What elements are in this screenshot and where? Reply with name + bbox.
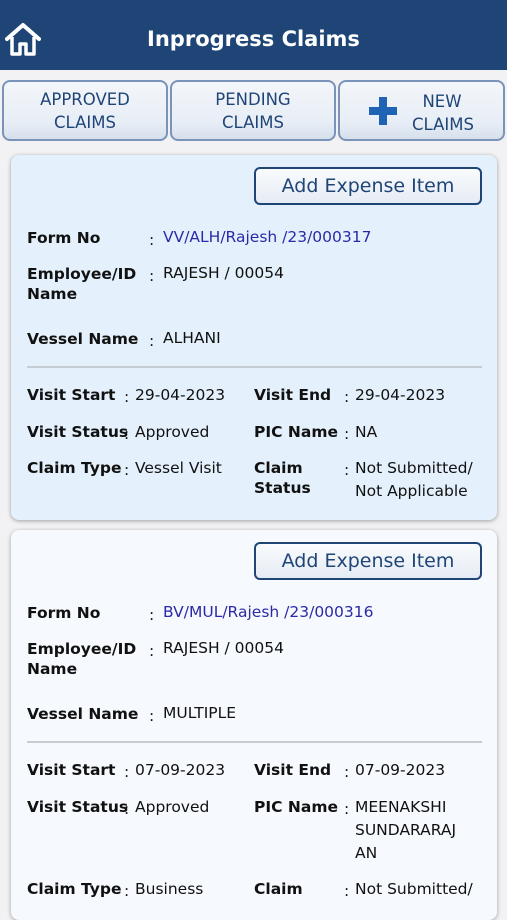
vessel-name-label: Vessel Name <box>27 705 139 723</box>
visit-status-label: Visit Status <box>27 423 129 441</box>
employee-value: RAJESH / 00054 <box>163 639 284 657</box>
vessel-name-value: MULTIPLE <box>163 704 237 722</box>
pic-name-line2: SUNDARARAJ <box>355 821 457 839</box>
employee-id-label-line2: Name <box>27 285 78 303</box>
colon: : <box>344 882 350 900</box>
colon: : <box>344 461 350 479</box>
employee-id-label-line1: Employee/ID <box>27 265 137 283</box>
visit-start-value: 29-04-2023 <box>135 386 226 404</box>
pic-name-label: PIC Name <box>254 798 338 816</box>
tab-pending-claims[interactable]: PENDING CLAIMS <box>170 80 336 141</box>
colon: : <box>344 763 350 781</box>
pic-name-line1: MEENAKSHI <box>355 798 447 816</box>
visit-start-value: 07-09-2023 <box>135 761 226 779</box>
plus-icon <box>369 97 397 125</box>
form-no-label: Form No <box>27 604 101 622</box>
tab-pending-label: PENDING CLAIMS <box>215 88 290 134</box>
claim-status-line1: Not Submitted/ <box>355 880 473 898</box>
claim-status-value: Not Submitted/ Not Applicable <box>355 457 473 503</box>
employee-id-label-line2: Name <box>27 660 78 678</box>
colon: : <box>124 461 130 479</box>
employee-id-label: Employee/ID Name <box>27 639 136 679</box>
claim-card[interactable]: Add Expense Item Form No : VV/ALH/Rajesh… <box>11 155 497 520</box>
add-expense-item-button[interactable]: Add Expense Item <box>254 167 482 205</box>
visit-status-value: Approved <box>135 798 210 816</box>
visit-status-label: Visit Status <box>27 798 129 816</box>
claim-status-label: Claim Status <box>254 458 311 498</box>
claim-status-value: Not Submitted/ <box>355 878 473 901</box>
vessel-name-value: ALHANI <box>163 329 221 347</box>
visit-end-label: Visit End <box>254 761 332 779</box>
pic-name-value: MEENAKSHI SUNDARARAJ AN <box>355 796 456 865</box>
visit-start-label: Visit Start <box>27 761 116 779</box>
form-no-value[interactable]: VV/ALH/Rajesh /23/000317 <box>163 226 371 249</box>
page-title: Inprogress Claims <box>147 27 360 51</box>
claim-status-label-line2: Status <box>254 479 311 497</box>
colon: : <box>149 231 155 249</box>
colon: : <box>344 388 350 406</box>
tab-new-label: NEW CLAIMS <box>412 90 474 136</box>
colon: : <box>124 763 130 781</box>
claim-status-label-line1: Claim <box>254 880 303 898</box>
claim-status-label: Claim <box>254 879 303 899</box>
colon: : <box>124 800 130 818</box>
tab-approved-line2: CLAIMS <box>54 112 116 132</box>
form-no-value[interactable]: BV/MUL/Rajesh /23/000316 <box>163 601 374 624</box>
colon: : <box>149 267 155 285</box>
claim-type-value: Vessel Visit <box>135 459 222 477</box>
colon: : <box>149 642 155 660</box>
employee-id-label: Employee/ID Name <box>27 264 136 304</box>
pic-name-value: NA <box>355 423 378 441</box>
colon: : <box>149 332 155 350</box>
colon: : <box>149 606 155 624</box>
tab-pending-line2: CLAIMS <box>222 112 284 132</box>
claim-status-line2: Not Applicable <box>355 482 468 500</box>
colon: : <box>344 425 350 443</box>
visit-status-value: Approved <box>135 423 210 441</box>
tab-approved-claims[interactable]: APPROVED CLAIMS <box>2 80 168 141</box>
tab-approved-label: APPROVED CLAIMS <box>40 88 130 134</box>
tab-pending-line1: PENDING <box>215 89 291 109</box>
divider <box>27 366 482 368</box>
claim-type-label: Claim Type <box>27 880 122 898</box>
claim-tabs: APPROVED CLAIMS PENDING CLAIMS NEW CLAIM… <box>0 80 507 142</box>
visit-end-value: 29-04-2023 <box>355 386 446 404</box>
form-no-label: Form No <box>27 229 101 247</box>
pic-name-label: PIC Name <box>254 423 338 441</box>
visit-end-value: 07-09-2023 <box>355 761 446 779</box>
divider <box>27 741 482 743</box>
claim-status-label-line1: Claim <box>254 459 303 477</box>
employee-value: RAJESH / 00054 <box>163 264 284 282</box>
claim-card[interactable]: Add Expense Item Form No : BV/MUL/Rajesh… <box>11 530 497 920</box>
visit-start-label: Visit Start <box>27 386 116 404</box>
colon: : <box>344 800 350 818</box>
colon: : <box>124 388 130 406</box>
tab-approved-line1: APPROVED <box>40 89 130 109</box>
app-header: Inprogress Claims <box>0 0 507 70</box>
claim-type-label: Claim Type <box>27 459 122 477</box>
colon: : <box>149 707 155 725</box>
tab-new-line2: CLAIMS <box>412 115 474 134</box>
tab-new-claims[interactable]: NEW CLAIMS <box>338 80 505 141</box>
colon: : <box>124 425 130 443</box>
employee-id-label-line1: Employee/ID <box>27 640 137 658</box>
vessel-name-label: Vessel Name <box>27 330 139 348</box>
add-expense-item-button[interactable]: Add Expense Item <box>254 542 482 580</box>
claim-type-value: Business <box>135 880 204 898</box>
visit-end-label: Visit End <box>254 386 332 404</box>
pic-name-line3: AN <box>355 844 378 862</box>
tab-new-line1: NEW <box>422 92 462 111</box>
colon: : <box>124 882 130 900</box>
claim-status-line1: Not Submitted/ <box>355 459 473 477</box>
